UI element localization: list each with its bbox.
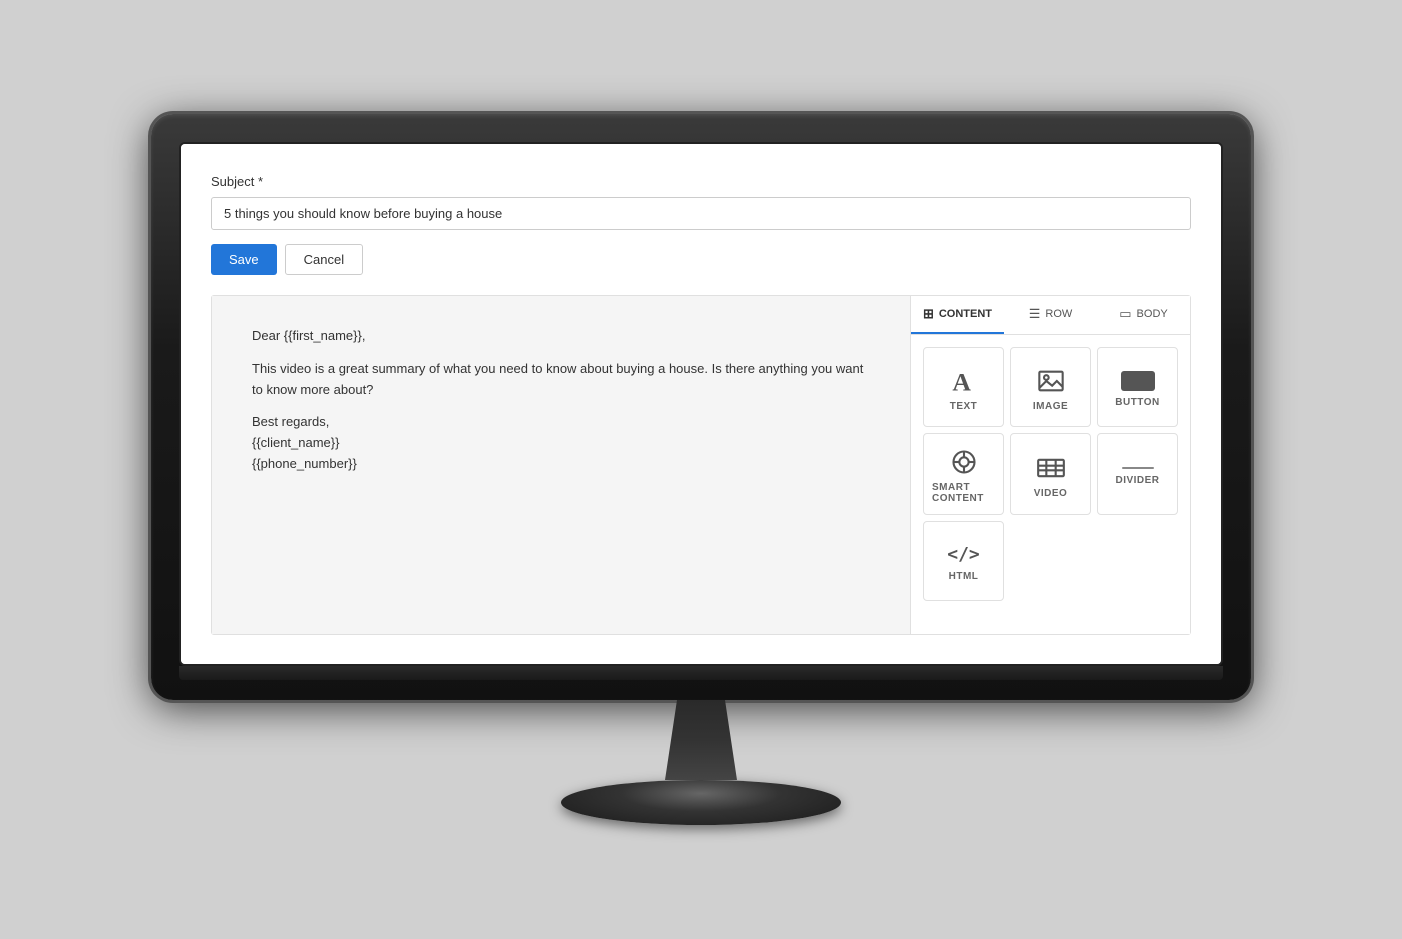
html-block-label: HTML xyxy=(949,571,979,582)
email-preview: Dear {{first_name}}, This video is a gre… xyxy=(212,296,910,634)
content-blocks: A TEXT xyxy=(911,335,1190,613)
monitor-bottom-bar xyxy=(179,666,1223,680)
smart-content-block-label: SMART CONTENT xyxy=(932,482,995,504)
tab-content-label: CONTENT xyxy=(939,308,992,320)
block-image[interactable]: IMAGE xyxy=(1010,347,1091,427)
video-block-label: VIDEO xyxy=(1034,488,1068,499)
save-button[interactable]: Save xyxy=(211,244,277,275)
cancel-button[interactable]: Cancel xyxy=(285,244,363,275)
sidebar-panel: ⊞ CONTENT ☰ ROW ▭ BODY xyxy=(910,296,1190,634)
block-text[interactable]: A TEXT xyxy=(923,347,1004,427)
subject-label: Subject * xyxy=(211,174,1191,189)
monitor-screen: Subject * Save Cancel Dear {{first_name}… xyxy=(179,142,1223,666)
monitor-frame: Subject * Save Cancel Dear {{first_name}… xyxy=(151,114,1251,700)
email-greeting: Dear {{first_name}}, xyxy=(252,326,870,347)
block-button[interactable]: BUTTON xyxy=(1097,347,1178,427)
button-row: Save Cancel xyxy=(211,244,1191,275)
subject-input[interactable] xyxy=(211,197,1191,230)
divider-block-icon xyxy=(1122,467,1154,469)
divider-block-label: DIVIDER xyxy=(1115,475,1159,486)
monitor-wrapper: Subject * Save Cancel Dear {{first_name}… xyxy=(151,114,1251,825)
html-block-icon: </> xyxy=(947,544,980,565)
block-smart-content[interactable]: SMART CONTENT xyxy=(923,433,1004,515)
email-signature: Best regards, {{client_name}} {{phone_nu… xyxy=(252,412,870,474)
monitor-base xyxy=(561,780,841,825)
content-tab-icon: ⊞ xyxy=(923,306,934,322)
screen-content: Subject * Save Cancel Dear {{first_name}… xyxy=(181,144,1221,664)
button-block-icon xyxy=(1121,371,1155,391)
image-block-icon xyxy=(1037,367,1065,395)
video-block-icon xyxy=(1037,454,1065,482)
block-html[interactable]: </> HTML xyxy=(923,521,1004,601)
block-video[interactable]: VIDEO xyxy=(1010,433,1091,515)
text-block-icon: A xyxy=(950,367,978,395)
monitor-neck xyxy=(641,700,761,780)
row-tab-icon: ☰ xyxy=(1029,306,1041,322)
svg-text:A: A xyxy=(952,367,971,395)
email-body: This video is a great summary of what yo… xyxy=(252,359,870,401)
button-block-label: BUTTON xyxy=(1115,397,1159,408)
tab-body-label: BODY xyxy=(1137,308,1168,320)
tab-row[interactable]: ☰ ROW xyxy=(1004,296,1097,334)
tab-row-label: ROW xyxy=(1045,308,1072,320)
block-divider[interactable]: DIVIDER xyxy=(1097,433,1178,515)
body-tab-icon: ▭ xyxy=(1119,306,1131,322)
image-block-label: IMAGE xyxy=(1033,401,1068,412)
text-block-label: TEXT xyxy=(950,401,978,412)
tab-content[interactable]: ⊞ CONTENT xyxy=(911,296,1004,334)
tab-body[interactable]: ▭ BODY xyxy=(1097,296,1190,334)
smart-content-block-icon xyxy=(950,448,978,476)
sidebar-tabs: ⊞ CONTENT ☰ ROW ▭ BODY xyxy=(911,296,1190,335)
editor-area: Dear {{first_name}}, This video is a gre… xyxy=(211,295,1191,635)
